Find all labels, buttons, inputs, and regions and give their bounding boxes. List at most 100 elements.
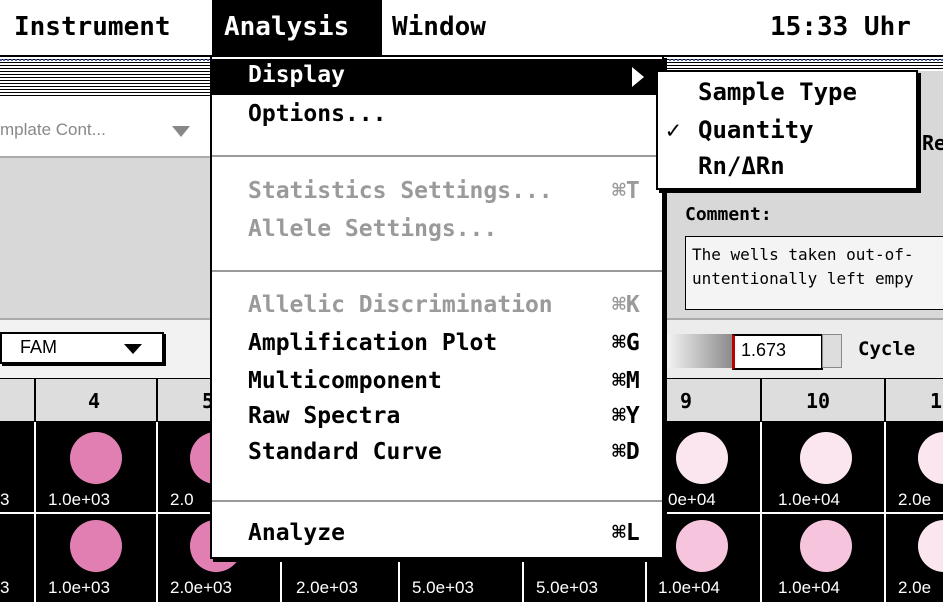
well-icon[interactable] [800, 520, 852, 572]
well-value: 1.0e+03 [48, 578, 110, 597]
grid-line [884, 422, 886, 514]
well-icon[interactable] [800, 432, 852, 484]
menu-shortcut: ⌘K [612, 292, 640, 318]
cycle-label: Cycle [858, 338, 916, 360]
menu-item-label: Standard Curve [248, 439, 442, 465]
menu-window[interactable]: Window [392, 0, 486, 55]
menu-item-label: Quantity [698, 116, 814, 144]
plate-select[interactable]: mplate Cont... [0, 120, 106, 140]
menu-shortcut: ⌘T [612, 178, 640, 204]
well-value: 2.0e+03 [170, 578, 232, 597]
column-label: 1 [930, 389, 943, 413]
chevron-down-icon[interactable] [172, 126, 190, 137]
well-icon[interactable] [676, 432, 728, 484]
well-value: 1.0e+04 [778, 578, 840, 597]
window-titlebar[interactable] [0, 57, 212, 95]
menu-item-label: Analyze [248, 520, 345, 546]
menu-item-multicomponent[interactable]: Multicomponent ⌘M [212, 365, 662, 401]
grid-line [34, 514, 36, 602]
well-icon[interactable] [70, 520, 122, 572]
menu-shortcut: ⌘L [612, 520, 640, 546]
display-submenu: Sample Type ✓ Quantity Rn/ΔRn [656, 70, 918, 190]
grid-line [34, 422, 36, 514]
well-value: 3 [0, 578, 10, 597]
threshold-field[interactable]: 1.673 [732, 334, 823, 370]
well-value: 0e+04 [668, 490, 716, 509]
submenu-item-rn-delta-rn[interactable]: Rn/ΔRn [658, 152, 916, 188]
submenu-item-quantity[interactable]: ✓ Quantity [658, 114, 916, 150]
well-value: 1.0e+04 [778, 490, 840, 509]
well-value: 3 [0, 490, 10, 509]
grid-line [760, 514, 762, 602]
grid-line [522, 556, 524, 602]
grid-line [156, 422, 158, 514]
column-header[interactable]: 9 [660, 379, 760, 421]
chevron-down-icon [124, 344, 142, 354]
submenu-item-sample-type[interactable]: Sample Type [658, 76, 916, 112]
well-value: 5.0e+03 [536, 578, 598, 597]
threshold-value: 1.673 [741, 340, 787, 360]
column-header[interactable]: 1 [886, 379, 943, 421]
well-value: 2.0e [898, 490, 932, 509]
menu-item-amplification-plot[interactable]: Amplification Plot ⌘G [212, 327, 662, 363]
menu-instrument[interactable]: Instrument [14, 0, 171, 55]
analysis-menu: Display Options... Statistics Settings..… [210, 55, 664, 559]
stepper-icon[interactable] [822, 334, 842, 368]
dye-select[interactable]: FAM [0, 332, 164, 364]
menu-item-allelic-discrimination[interactable]: Allelic Discrimination ⌘K [212, 289, 662, 325]
menu-item-label: Multicomponent [248, 368, 442, 394]
checkmark-icon: ✓ [666, 116, 681, 144]
submenu-arrow-icon [632, 67, 644, 87]
menu-item-label: Amplification Plot [248, 330, 498, 356]
well-value: 1.0e+03 [48, 490, 110, 509]
column-header[interactable]: 4 [36, 379, 156, 421]
well-value: 5.0e+03 [412, 578, 474, 597]
comment-line-1: The wells taken out-of- [692, 245, 914, 264]
menu-item-standard-curve[interactable]: Standard Curve ⌘D [212, 439, 662, 477]
settings-panel [0, 156, 212, 320]
menu-item-label: Display [248, 62, 345, 88]
well-value: 1.0e+04 [658, 578, 720, 597]
menubar-clock: 15:33 Uhr [770, 12, 911, 42]
menu-item-label: Statistics Settings... [248, 178, 553, 204]
menu-separator [212, 155, 662, 157]
menu-item-label: Sample Type [698, 78, 857, 106]
menu-item-statistics-settings[interactable]: Statistics Settings... ⌘T [212, 175, 662, 211]
menu-item-analyze[interactable]: Analyze ⌘L [212, 519, 662, 555]
menu-item-label: Allele Settings... [248, 216, 498, 242]
comment-label: Comment: [685, 204, 772, 225]
menu-item-label: Allelic Discrimination [248, 292, 553, 318]
menu-item-label: Raw Spectra [248, 403, 401, 429]
grid-line [645, 556, 647, 602]
well-value: 2.0e [898, 578, 932, 597]
grid-line [398, 556, 400, 602]
menu-shortcut: ⌘Y [612, 403, 640, 429]
titlebar-divider-right [660, 59, 943, 61]
well-icon[interactable] [918, 520, 943, 572]
plate-select-area: mplate Cont... [0, 96, 212, 156]
well-value: 2.0e+03 [296, 578, 358, 597]
menu-item-raw-spectra[interactable]: Raw Spectra ⌘Y [212, 403, 662, 439]
column-label: 4 [88, 389, 101, 413]
column-header[interactable]: 5 [158, 379, 214, 421]
well-icon[interactable] [918, 432, 943, 484]
threshold-gradient [660, 334, 734, 368]
column-header[interactable]: 10 [762, 379, 884, 421]
threshold-panel: 1.673 Cycle [660, 318, 943, 380]
grid-line [884, 514, 886, 602]
menu-item-allele-settings[interactable]: Allele Settings... [212, 213, 662, 249]
comment-text[interactable]: The wells taken out-of- untentionally le… [685, 236, 943, 310]
re-label: Re [922, 131, 943, 155]
well-value: 2.0 [170, 490, 194, 509]
menu-analysis[interactable]: Analysis [212, 0, 382, 55]
menu-separator [212, 500, 662, 502]
well-icon[interactable] [70, 432, 122, 484]
titlebar-divider [0, 59, 212, 61]
menu-separator [212, 270, 662, 272]
menu-item-options[interactable]: Options... [212, 95, 662, 131]
grid-line [156, 514, 158, 602]
dye-panel: FAM [0, 318, 212, 380]
well-icon[interactable] [676, 520, 728, 572]
menu-item-display[interactable]: Display [212, 59, 662, 95]
grid-line [760, 422, 762, 514]
